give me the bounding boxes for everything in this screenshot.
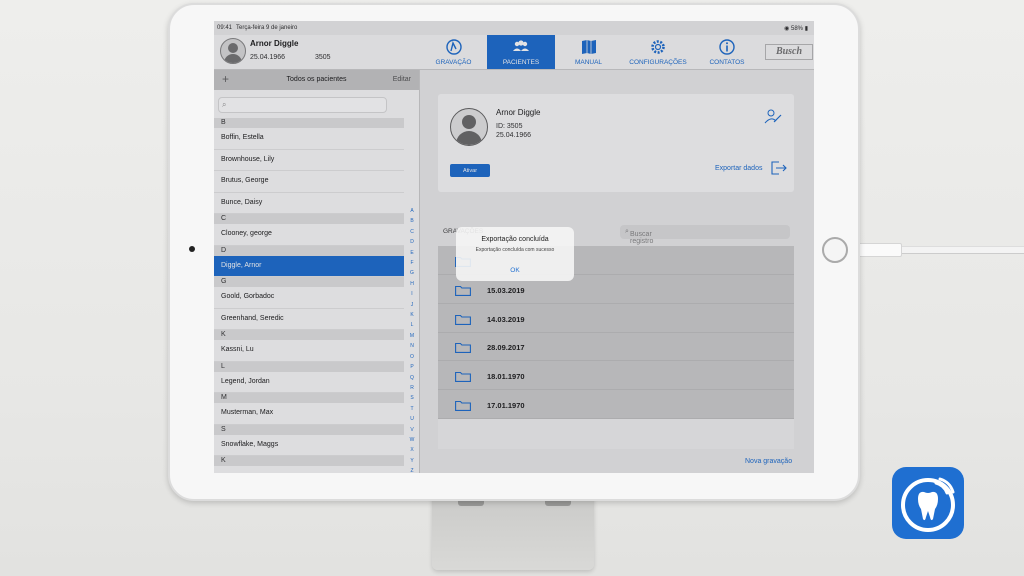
alert-message: Exportação concluída com sucesso — [475, 247, 555, 253]
home-button[interactable] — [822, 237, 848, 263]
export-alert: Exportação concluída Exportação concluíd… — [456, 227, 574, 281]
camera-icon — [189, 246, 195, 252]
alert-ok-button[interactable]: OK — [456, 267, 574, 274]
app-logo-icon — [892, 467, 964, 539]
alert-title: Exportação concluída — [481, 236, 549, 243]
app-screen: 09:41 Terça-feira 9 de janeiro ◉ 58% ▮ A… — [214, 21, 814, 473]
